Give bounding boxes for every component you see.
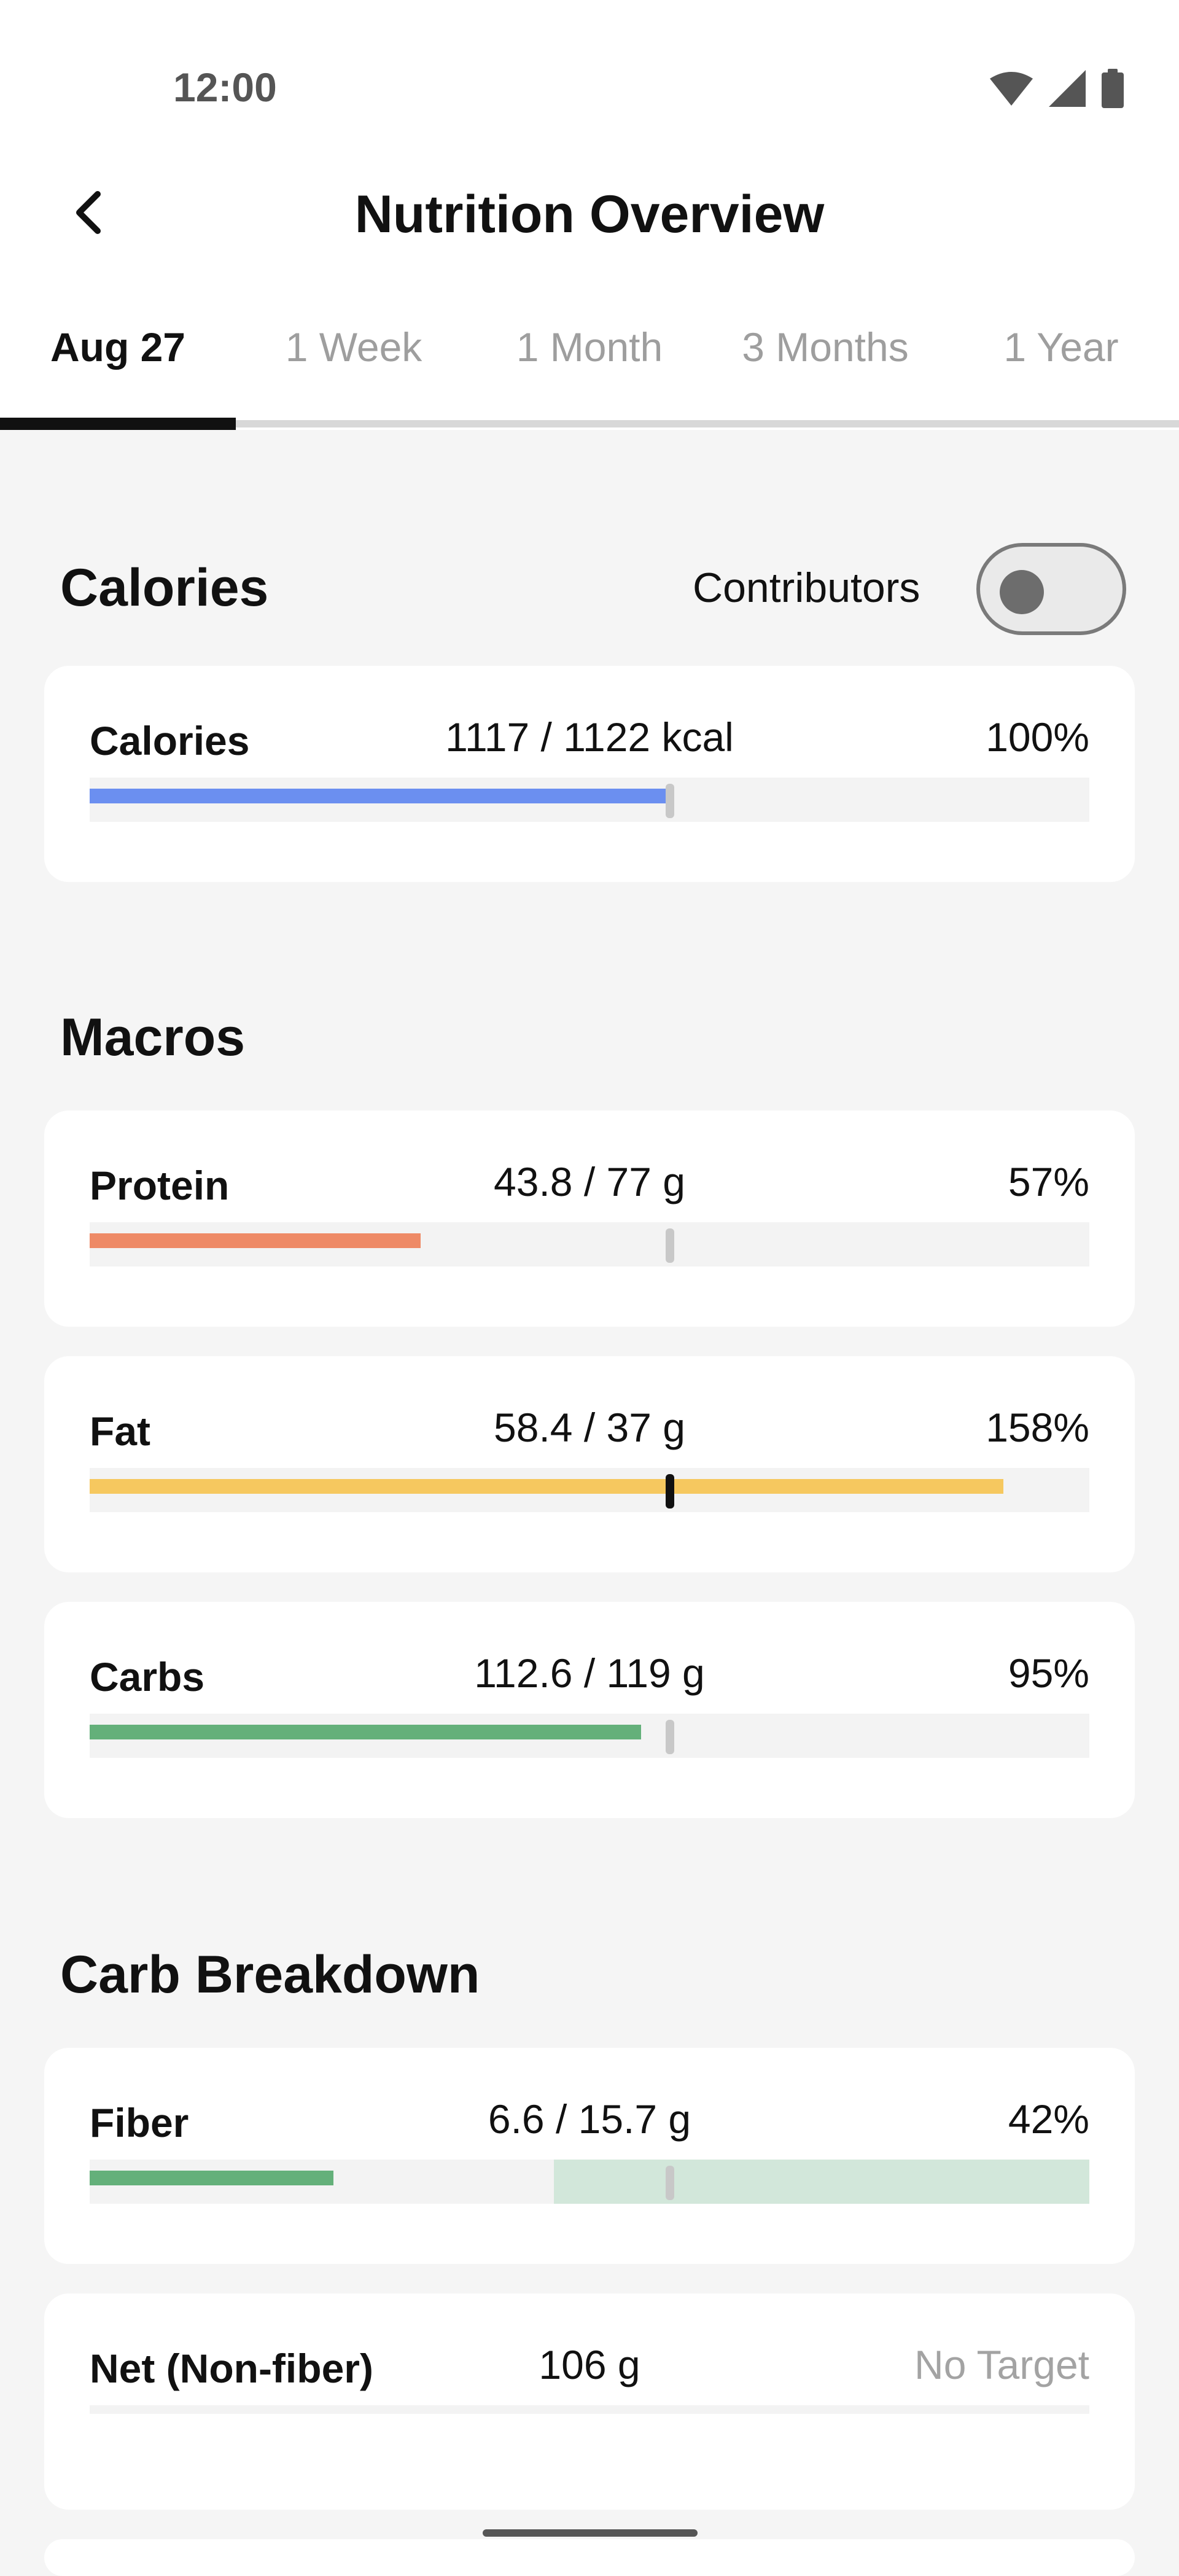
nutrient-percent: No Target — [914, 2342, 1089, 2387]
contributors-toggle[interactable] — [976, 543, 1126, 635]
fat-card[interactable]: Fat 58.4 / 37 g 158% — [44, 1356, 1135, 1572]
carbs-card[interactable]: Carbs 112.6 / 119 g 95% — [44, 1602, 1135, 1818]
progress-bar-track — [90, 1714, 1089, 1758]
nutrient-amount: 43.8 / 77 g — [494, 1159, 685, 1204]
battery-icon — [1102, 69, 1124, 111]
nutrient-percent: 158% — [986, 1405, 1089, 1450]
target-range — [554, 2160, 1089, 2204]
nutrient-percent: 100% — [986, 714, 1089, 760]
section-title-calories: Calories — [60, 558, 269, 617]
progress-bar-fill — [90, 2171, 333, 2185]
calories-card[interactable]: Calories 1117 / 1122 kcal 100% — [44, 666, 1135, 882]
tab-active-indicator — [0, 418, 236, 430]
progress-bar-track — [90, 778, 1089, 822]
nutrient-percent: 95% — [1008, 1650, 1089, 1696]
top-app-bar: Nutrition Overview — [0, 160, 1179, 264]
nutrient-percent: 42% — [1008, 2096, 1089, 2142]
page-title: Nutrition Overview — [354, 185, 825, 244]
home-indicator[interactable] — [483, 2529, 698, 2537]
nutrient-amount: 1117 / 1122 kcal — [445, 714, 734, 760]
tab-aug-27[interactable]: Aug 27 — [0, 264, 236, 430]
net-carbs-card[interactable]: Net (Non-fiber) 106 g No Target — [44, 2293, 1135, 2510]
toggle-knob — [1000, 570, 1044, 614]
tab-1-month[interactable]: 1 Month — [472, 264, 707, 430]
next-card-peek — [44, 2539, 1135, 2576]
target-marker — [666, 1474, 674, 1509]
period-tabs: Aug 27 1 Week 1 Month 3 Months 1 Year — [0, 264, 1179, 430]
target-marker — [666, 784, 674, 818]
tab-1-week[interactable]: 1 Week — [236, 264, 472, 430]
nutrient-amount: 112.6 / 119 g — [474, 1650, 705, 1696]
wifi-icon — [990, 71, 1033, 109]
progress-bar-track — [90, 1468, 1089, 1512]
status-time: 12:00 — [173, 64, 277, 110]
system-icons — [990, 69, 1124, 111]
progress-bar-track — [90, 2160, 1089, 2204]
fiber-card[interactable]: Fiber 6.6 / 15.7 g 42% — [44, 2048, 1135, 2264]
progress-bar-track — [90, 1222, 1089, 1267]
contributors-label: Contributors — [693, 564, 920, 611]
tab-3-months[interactable]: 3 Months — [707, 264, 943, 430]
signal-icon — [1049, 70, 1086, 110]
nutrient-amount: 58.4 / 37 g — [494, 1405, 685, 1450]
target-marker — [666, 1228, 674, 1263]
status-bar: 12:00 — [0, 0, 1179, 160]
nutrient-percent: 57% — [1008, 1159, 1089, 1204]
progress-bar-fill — [90, 1725, 641, 1739]
progress-bar-fill — [90, 1479, 1003, 1494]
section-title-macros: Macros — [60, 1008, 246, 1067]
nutrient-amount: 6.6 / 15.7 g — [488, 2096, 691, 2142]
progress-bar-track — [90, 2405, 1089, 2414]
tab-1-year[interactable]: 1 Year — [943, 264, 1179, 430]
progress-bar-fill — [90, 1233, 421, 1248]
protein-card[interactable]: Protein 43.8 / 77 g 57% — [44, 1110, 1135, 1327]
target-marker — [666, 2166, 674, 2200]
target-marker — [666, 1720, 674, 1754]
progress-bar-fill — [90, 789, 670, 803]
section-title-carb-breakdown: Carb Breakdown — [60, 1945, 480, 2004]
